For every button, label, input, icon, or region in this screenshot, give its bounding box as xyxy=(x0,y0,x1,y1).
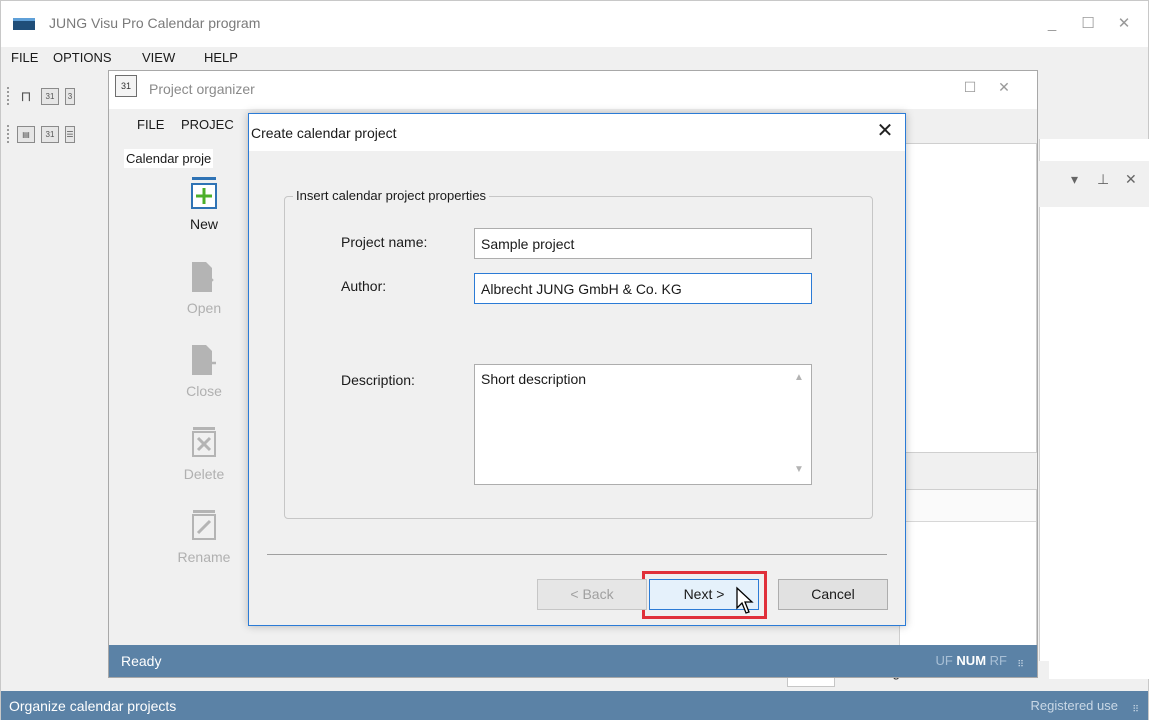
cancel-button[interactable]: Cancel xyxy=(778,579,888,610)
rename-icon xyxy=(192,510,216,540)
project-details-panel xyxy=(899,489,1037,649)
close-project-button[interactable]: Close xyxy=(169,343,239,399)
toolbar-new-icon[interactable]: ⊓ xyxy=(17,88,35,105)
toolbar-chart-icon[interactable]: ▤ xyxy=(17,126,35,143)
toolbar-calendar-icon[interactable]: 3 xyxy=(65,88,75,105)
organizer-sidebar: New Open Close Delete Rename xyxy=(169,176,239,596)
scroll-up-icon[interactable]: ▲ xyxy=(794,372,804,383)
new-icon xyxy=(191,177,217,209)
dialog-separator xyxy=(267,554,887,555)
group-title: Insert calendar project properties xyxy=(293,188,490,203)
open-label: Open xyxy=(186,300,222,316)
toolbar-1: ⊓ 31 3 xyxy=(7,85,107,109)
description-textarea[interactable]: Short description xyxy=(474,364,812,485)
dialog-close-button[interactable]: ✕ xyxy=(871,118,899,146)
resize-grip-icon[interactable]: ⠿ xyxy=(1132,704,1139,715)
toolbar-grip[interactable] xyxy=(7,125,11,143)
details-header xyxy=(900,490,1036,522)
toolbar-2: ▤ 31 ☰ xyxy=(7,123,107,147)
keyboard-flags: UF NUM RF xyxy=(935,653,1007,668)
new-button[interactable]: New xyxy=(169,176,239,232)
close-label: Close xyxy=(186,383,222,399)
rename-button[interactable]: Rename xyxy=(169,509,239,565)
flag-uf: UF xyxy=(935,653,953,668)
project-name-label: Project name: xyxy=(341,234,428,250)
new-label: New xyxy=(189,216,218,232)
create-project-dialog: Create calendar project ✕ Insert calenda… xyxy=(248,113,906,626)
main-window-title: JUNG Visu Pro Calendar program xyxy=(49,15,261,31)
menu-file[interactable]: FILE xyxy=(11,50,38,65)
open-icon xyxy=(192,262,214,292)
toolbar-calendar-icon[interactable]: 31 xyxy=(41,88,59,105)
organizer-statusbar: Ready UF NUM RF ⠿ xyxy=(109,645,1037,677)
organizer-title: Project organizer xyxy=(149,81,255,97)
organizer-titlebar: 31 Project organizer ☐ ✕ xyxy=(109,71,1037,109)
dialog-titlebar: Create calendar project ✕ xyxy=(249,114,905,151)
side-panel-header: ▾ ⊥ ✕ xyxy=(1039,161,1149,207)
flag-num: NUM xyxy=(956,653,987,668)
dropdown-icon[interactable]: ▾ xyxy=(1071,171,1078,188)
close-project-icon xyxy=(192,345,216,375)
dialog-title: Create calendar project xyxy=(251,125,397,141)
registration-status: Registered use xyxy=(1030,698,1118,713)
calendar-icon: 31 xyxy=(115,75,137,97)
minimize-button[interactable]: _ xyxy=(1034,13,1070,35)
maximize-button[interactable]: ☐ xyxy=(1070,13,1106,35)
side-panel xyxy=(1039,139,1149,679)
main-titlebar: JUNG Visu Pro Calendar program _ ☐ ✕ xyxy=(1,1,1148,47)
organizer-maximize-button[interactable]: ☐ xyxy=(953,79,987,96)
resize-grip-icon[interactable]: ⠿ xyxy=(1017,659,1024,670)
delete-label: Delete xyxy=(183,466,225,482)
toolbar-list-icon[interactable]: ☰ xyxy=(65,126,75,143)
open-button[interactable]: Open xyxy=(169,260,239,316)
author-label: Author: xyxy=(341,278,387,294)
organizer-menu-project[interactable]: PROJEC xyxy=(181,117,234,132)
organizer-close-button[interactable]: ✕ xyxy=(987,79,1021,96)
rename-label: Rename xyxy=(177,549,231,565)
author-input[interactable] xyxy=(474,273,812,304)
main-statusbar: Organize calendar projects Registered us… xyxy=(1,691,1148,720)
menu-view[interactable]: VIEW xyxy=(142,50,175,65)
close-button[interactable]: ✕ xyxy=(1106,13,1142,35)
main-menubar: FILE OPTIONS VIEW HELP xyxy=(1,47,1148,69)
back-button[interactable]: < Back xyxy=(537,579,647,610)
description-label: Description: xyxy=(341,372,415,388)
project-name-input[interactable] xyxy=(474,228,812,259)
mouse-cursor-icon xyxy=(736,586,754,614)
organizer-menu-file[interactable]: FILE xyxy=(137,117,164,132)
scroll-down-icon[interactable]: ▼ xyxy=(794,464,804,475)
pin-icon[interactable]: ⊥ xyxy=(1097,171,1109,188)
tab-calendar-projects[interactable]: Calendar proje xyxy=(124,149,214,168)
project-list-panel xyxy=(899,143,1037,453)
main-status-text: Organize calendar projects xyxy=(9,698,177,714)
menu-help[interactable]: HELP xyxy=(204,50,238,65)
panel-close-icon[interactable]: ✕ xyxy=(1125,171,1137,188)
app-icon xyxy=(13,18,35,30)
toolbar-grip[interactable] xyxy=(7,87,11,105)
delete-button[interactable]: Delete xyxy=(169,426,239,482)
flag-rf: RF xyxy=(989,653,1007,668)
delete-icon xyxy=(192,427,216,457)
organizer-status-text: Ready xyxy=(121,653,162,669)
toolbar-calendar-edit-icon[interactable]: 31 xyxy=(41,126,59,143)
menu-options[interactable]: OPTIONS xyxy=(53,50,112,65)
